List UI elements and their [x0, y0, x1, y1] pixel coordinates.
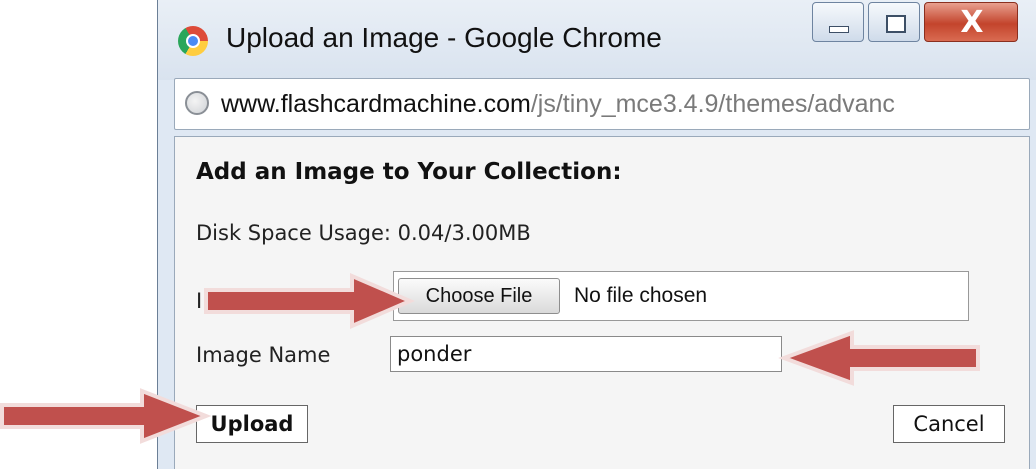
choose-file-button[interactable]: Choose File [398, 278, 560, 314]
image-name-label: Image Name [196, 343, 331, 367]
form-heading: Add an Image to Your Collection: [196, 159, 622, 185]
minimize-icon [829, 26, 849, 33]
url-host: www.flashcardmachine.com [221, 90, 531, 118]
cancel-button[interactable]: Cancel [893, 405, 1005, 443]
no-file-text: No file chosen [574, 284, 708, 307]
chrome-popup-window: Upload an Image - Google Chrome X www.fl… [157, 0, 1036, 469]
chrome-logo-icon [178, 26, 208, 56]
minimize-button[interactable] [812, 2, 864, 42]
disk-usage-text: Disk Space Usage: 0.04/3.00MB [196, 221, 531, 245]
image-label: Image [196, 289, 262, 313]
url-text: www.flashcardmachine.com/js/tiny_mce3.4.… [221, 90, 895, 119]
maximize-icon [886, 15, 906, 33]
close-button[interactable]: X [924, 2, 1018, 42]
maximize-button[interactable] [868, 2, 920, 42]
close-icon: X [960, 5, 984, 40]
title-bar[interactable]: Upload an Image - Google Chrome X [158, 0, 1036, 80]
upload-button[interactable]: Upload [196, 405, 308, 443]
file-input[interactable]: Choose File No file chosen [393, 271, 969, 321]
address-bar[interactable]: www.flashcardmachine.com/js/tiny_mce3.4.… [174, 78, 1030, 130]
url-path: /js/tiny_mce3.4.9/themes/advanc [530, 90, 895, 118]
image-name-input[interactable] [390, 336, 782, 372]
upload-form: Add an Image to Your Collection: Disk Sp… [174, 136, 1030, 469]
globe-icon [185, 91, 209, 115]
window-title: Upload an Image - Google Chrome [226, 22, 662, 53]
